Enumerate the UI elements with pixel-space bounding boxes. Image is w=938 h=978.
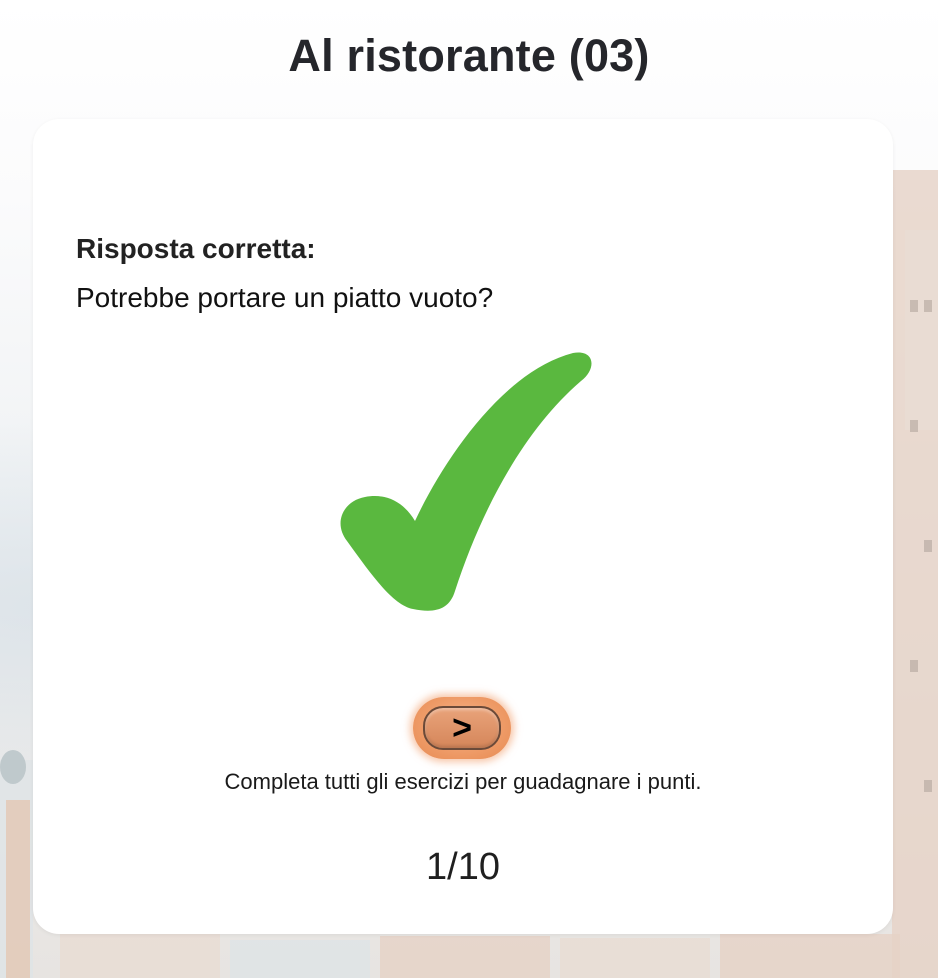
background-window: [924, 300, 932, 312]
background-dome: [0, 750, 26, 784]
background-window: [924, 780, 932, 792]
background-building: [720, 934, 900, 978]
next-button-wrapper: >: [413, 697, 511, 759]
background-building: [230, 940, 370, 978]
background-window: [910, 300, 918, 312]
page-title: Al ristorante (03): [288, 30, 650, 81]
next-button-label: >: [423, 706, 501, 750]
background-building: [380, 936, 550, 978]
next-button[interactable]: >: [413, 697, 511, 759]
exercise-card: Risposta corretta: Potrebbe portare un p…: [33, 119, 893, 934]
progress-counter: 1/10: [426, 846, 500, 888]
background-window: [924, 540, 932, 552]
background-window: [910, 420, 918, 432]
correct-answer-text: Potrebbe portare un piatto vuoto?: [76, 282, 494, 313]
answer-heading: Risposta corretta:: [76, 233, 316, 264]
background-window: [910, 660, 918, 672]
checkmark-icon: [340, 352, 592, 611]
background-building: [560, 938, 710, 978]
background-building: [60, 934, 220, 978]
background-tower: [6, 800, 30, 978]
points-hint-text: Completa tutti gli esercizi per guadagna…: [224, 769, 702, 794]
background-building: [905, 230, 938, 430]
